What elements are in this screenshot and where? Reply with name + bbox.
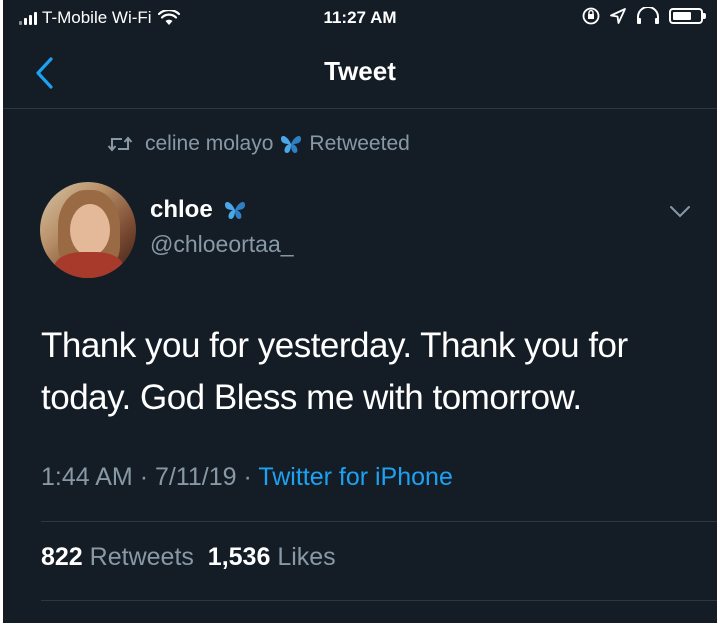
divider <box>41 600 717 601</box>
retweeted-label: Retweeted <box>309 132 410 155</box>
status-bar: T-Mobile Wi-Fi 11:27 AM <box>3 0 717 36</box>
retweets-label: Retweets <box>89 543 194 571</box>
author-name: chloe <box>150 196 213 223</box>
butterfly-emoji-icon <box>224 202 245 219</box>
retweets-stat[interactable]: 822 Retweets <box>41 543 194 571</box>
retweet-context[interactable]: celine molayo Retweeted <box>107 132 410 156</box>
divider <box>41 521 717 522</box>
tweet-meta: 1:44 AM · 7/11/19 · Twitter for iPhone <box>41 463 453 492</box>
location-icon <box>610 8 626 24</box>
author-handle[interactable]: @chloeortaa_ <box>150 231 294 258</box>
tweet-source-link[interactable]: Twitter for iPhone <box>258 463 453 491</box>
butterfly-emoji-icon <box>281 136 302 153</box>
avatar[interactable] <box>40 182 136 278</box>
headphones-icon <box>637 7 659 24</box>
page-title: Tweet <box>324 56 396 86</box>
tweet-stats: 822 Retweets 1,536 Likes <box>41 543 336 572</box>
retweeter-name: celine molayo <box>145 132 274 155</box>
chevron-down-icon[interactable] <box>669 205 691 219</box>
meta-separator: · <box>139 463 149 491</box>
author-name-row[interactable]: chloe <box>150 196 253 224</box>
likes-count: 1,536 <box>207 543 271 571</box>
meta-separator: · <box>243 463 252 491</box>
battery-icon <box>669 8 706 24</box>
orientation-lock-icon <box>582 7 600 25</box>
retweet-icon <box>107 136 133 152</box>
tweet-time: 1:44 AM <box>41 463 133 491</box>
tweet-text: Thank you for yesterday. Thank you for t… <box>41 326 628 417</box>
likes-label: Likes <box>277 543 336 571</box>
tweet-date: 7/11/19 <box>154 463 237 491</box>
nav-bar: Tweet <box>3 36 717 109</box>
likes-stat[interactable]: 1,536 Likes <box>208 543 336 571</box>
retweets-count: 822 <box>41 543 83 571</box>
status-right <box>581 6 706 26</box>
tweet-screen: T-Mobile Wi-Fi 11:27 AM Tweet celine mol… <box>3 0 717 623</box>
